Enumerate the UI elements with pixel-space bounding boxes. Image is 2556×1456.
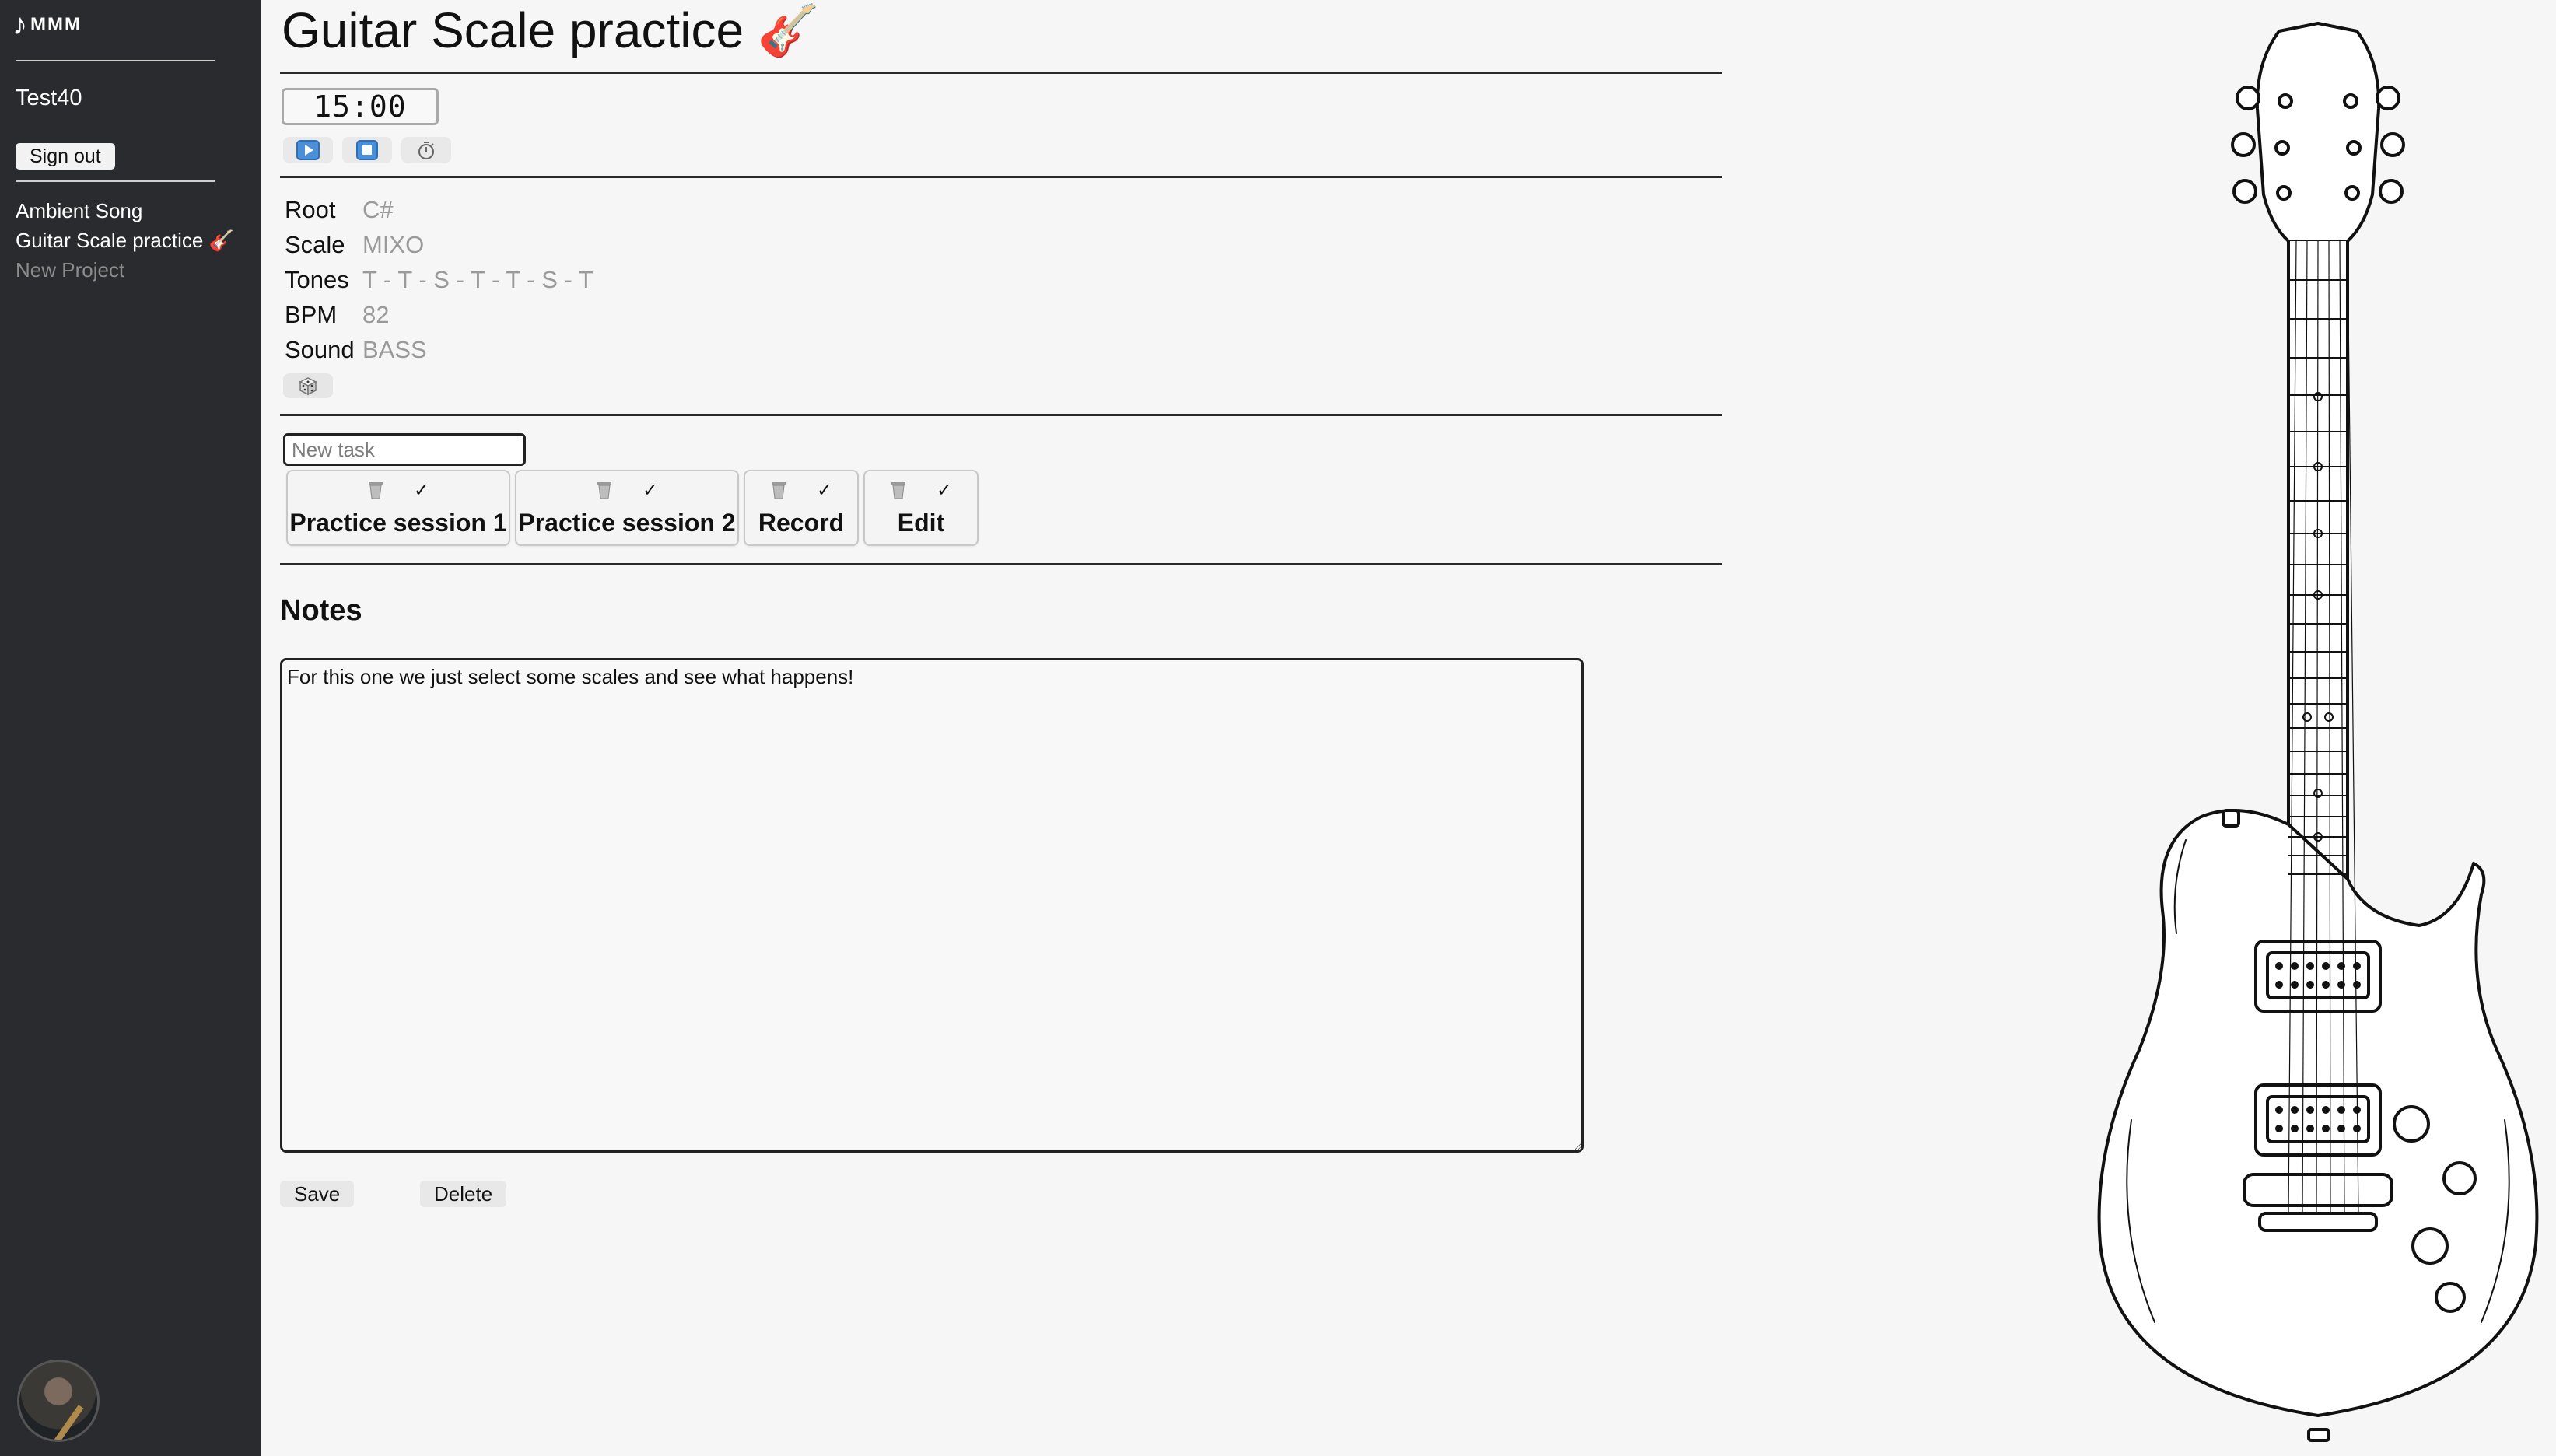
main-content: Guitar Scale practice 🎸 15:00 Root C# Sca… bbox=[280, 0, 1722, 1456]
stop-button[interactable] bbox=[342, 137, 392, 163]
page-title: Guitar Scale practice 🎸 bbox=[282, 2, 820, 58]
field-label: Sound bbox=[285, 336, 355, 363]
randomize-button[interactable] bbox=[283, 373, 333, 398]
sidebar-divider bbox=[16, 180, 215, 182]
field-label: Root bbox=[285, 196, 336, 223]
play-icon bbox=[296, 140, 320, 160]
music-note-icon: ♪ bbox=[12, 9, 27, 41]
task-name: Edit bbox=[897, 509, 945, 537]
sign-out-button[interactable]: Sign out bbox=[16, 143, 115, 170]
task-card[interactable]: ✓ Edit bbox=[863, 470, 979, 546]
stopwatch-button[interactable] bbox=[401, 137, 451, 163]
task-name: Practice session 2 bbox=[518, 509, 736, 537]
project-list: Ambient Song Guitar Scale practice 🎸 New… bbox=[16, 196, 234, 285]
stopwatch-icon bbox=[418, 142, 434, 159]
check-icon[interactable]: ✓ bbox=[414, 479, 429, 502]
task-list: ✓ Practice session 1 ✓ Practice session … bbox=[286, 470, 979, 546]
task-card[interactable]: ✓ Practice session 2 bbox=[515, 470, 739, 546]
project-item-guitar-scale-practice[interactable]: Guitar Scale practice 🎸 bbox=[16, 226, 234, 255]
field-value[interactable]: MIXO bbox=[362, 231, 424, 258]
save-button[interactable]: Save bbox=[280, 1181, 355, 1207]
section-divider bbox=[280, 176, 1722, 178]
section-divider bbox=[280, 72, 1722, 74]
field-label: Scale bbox=[285, 231, 345, 258]
trash-icon[interactable] bbox=[890, 480, 907, 500]
project-item-ambient-song[interactable]: Ambient Song bbox=[16, 196, 234, 226]
guitar-illustration bbox=[2097, 22, 2539, 1442]
task-name: Practice session 1 bbox=[289, 509, 507, 537]
notes-heading: Notes bbox=[280, 594, 362, 627]
app-logo[interactable]: ♪ MMM bbox=[12, 9, 82, 40]
trash-icon[interactable] bbox=[367, 480, 384, 500]
section-divider bbox=[280, 563, 1722, 565]
delete-button[interactable]: Delete bbox=[420, 1181, 507, 1207]
field-scale: Scale MIXO bbox=[285, 231, 424, 262]
timer-display: 15:00 bbox=[282, 88, 439, 125]
field-value: T - T - S - T - T - S - T bbox=[362, 266, 593, 293]
play-button[interactable] bbox=[283, 137, 333, 163]
field-sound: Sound BASS bbox=[285, 336, 427, 367]
field-label: BPM bbox=[285, 301, 338, 328]
notes-textarea[interactable]: For this one we just select some scales … bbox=[280, 658, 1584, 1153]
trash-icon[interactable] bbox=[770, 480, 787, 500]
dice-icon bbox=[299, 377, 317, 396]
sidebar: ♪ MMM Test40 Sign out Ambient Song Guita… bbox=[0, 0, 261, 1456]
task-card[interactable]: ✓ Record bbox=[744, 470, 859, 546]
check-icon[interactable]: ✓ bbox=[643, 479, 658, 502]
new-project-link[interactable]: New Project bbox=[16, 255, 234, 285]
task-card[interactable]: ✓ Practice session 1 bbox=[286, 470, 510, 546]
field-value[interactable]: C# bbox=[362, 196, 394, 223]
field-root: Root C# bbox=[285, 196, 394, 227]
check-icon[interactable]: ✓ bbox=[937, 479, 952, 502]
check-icon[interactable]: ✓ bbox=[817, 479, 832, 502]
task-name: Record bbox=[758, 509, 845, 537]
sidebar-divider bbox=[16, 60, 215, 61]
new-task-input[interactable] bbox=[283, 433, 526, 466]
field-value[interactable]: 82 bbox=[362, 301, 389, 328]
stop-icon bbox=[356, 140, 378, 160]
field-label: Tones bbox=[285, 266, 349, 293]
field-value[interactable]: BASS bbox=[362, 336, 427, 363]
section-divider bbox=[280, 414, 1722, 416]
username: Test40 bbox=[16, 86, 82, 110]
logo-text: MMM bbox=[30, 14, 82, 35]
field-bpm: BPM 82 bbox=[285, 301, 389, 332]
trash-icon[interactable] bbox=[596, 480, 613, 500]
field-tones: Tones T - T - S - T - T - S - T bbox=[285, 266, 593, 297]
avatar[interactable] bbox=[17, 1360, 100, 1442]
